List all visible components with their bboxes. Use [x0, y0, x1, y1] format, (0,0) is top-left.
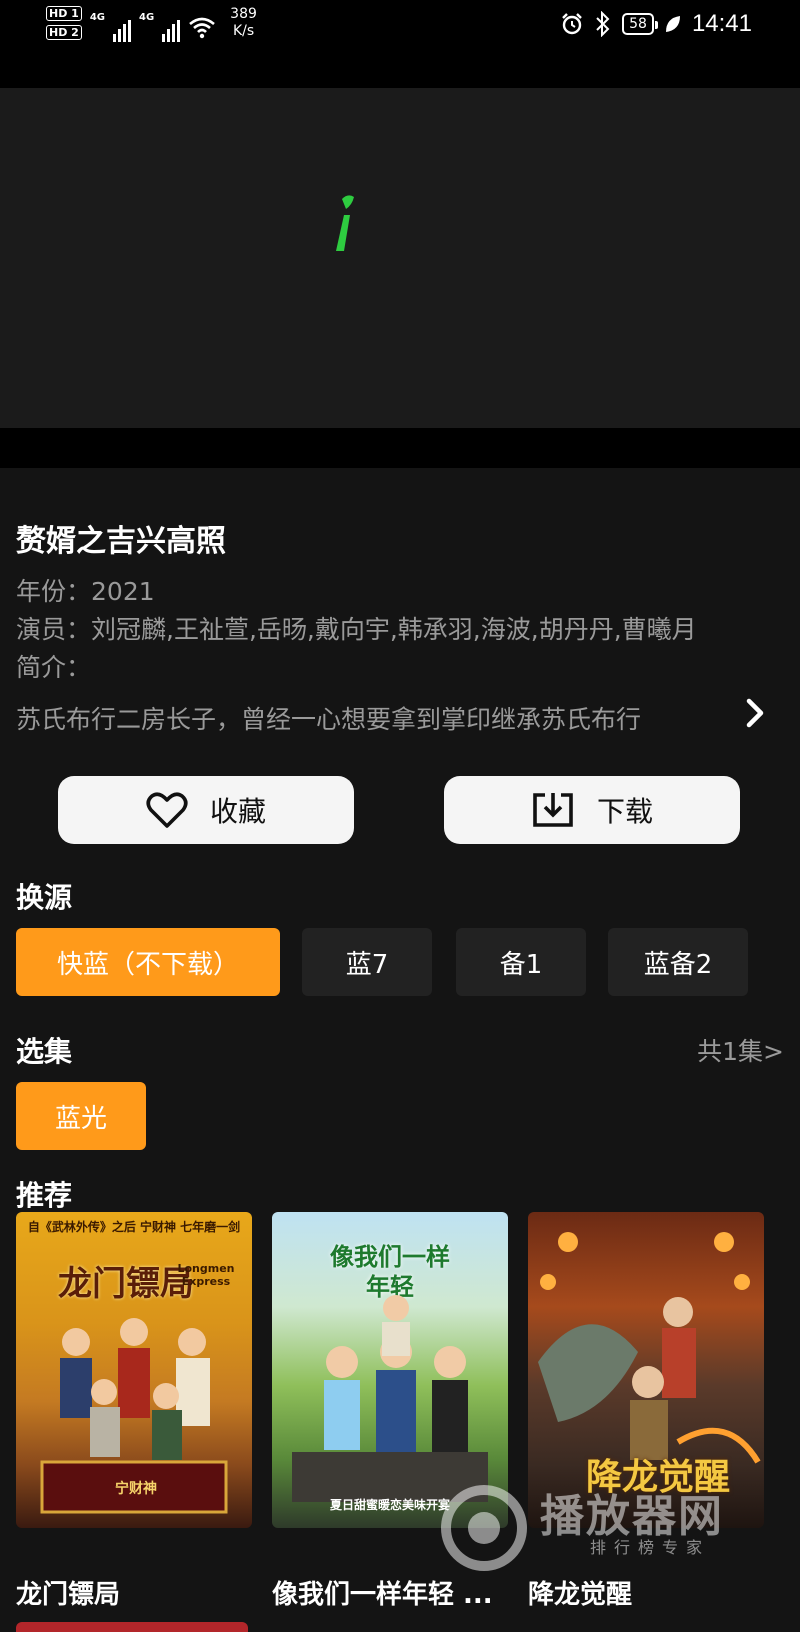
- watermark-logo-icon: [441, 1485, 527, 1571]
- sim1-badge: HD 1: [46, 6, 82, 21]
- download-label: 下载: [596, 795, 653, 828]
- recommend-title[interactable]: 龙门镖局: [16, 1574, 120, 1611]
- signal-icon: [113, 12, 131, 42]
- signal-icon: [162, 12, 181, 42]
- source-chip[interactable]: 蓝7: [302, 928, 432, 996]
- next-row-poster-edge: [16, 1622, 248, 1632]
- episode-count-link[interactable]: 共1集>: [697, 1032, 784, 1068]
- cast-row: 演员：刘冠麟,王祉萱,岳旸,戴向宇,韩承羽,海波,胡丹丹,曹曦月: [16, 615, 697, 644]
- network-speed: 389 K/s: [230, 6, 257, 39]
- heart-icon: [146, 792, 188, 828]
- alarm-icon: [562, 13, 582, 35]
- recommend-title[interactable]: 降龙觉醒: [528, 1574, 632, 1611]
- network-type-2: 4G: [139, 12, 155, 23]
- site-watermark: 播放器网 排行榜专家: [436, 1476, 776, 1572]
- source-section-title: 换源: [16, 881, 73, 914]
- sim2-badge: HD 2: [46, 25, 82, 40]
- download-icon: [533, 793, 573, 827]
- clock: 14:41: [691, 10, 752, 37]
- source-chip[interactable]: 快蓝（不下载）: [16, 928, 280, 996]
- loading-spinner-icon: [336, 195, 354, 251]
- year-row: 年份：2021: [16, 577, 155, 606]
- episode-chip[interactable]: 蓝光: [16, 1082, 146, 1150]
- episode-section-title: 选集: [16, 1035, 73, 1068]
- chevron-right-icon[interactable]: [738, 696, 772, 730]
- download-button[interactable]: 下载: [444, 776, 740, 844]
- year-value: 2021: [91, 577, 155, 606]
- video-title: 赘婿之吉兴高照: [16, 524, 226, 559]
- recommend-title[interactable]: 像我们一样年轻 ...: [272, 1574, 493, 1611]
- battery-icon: 58: [622, 13, 658, 35]
- status-bar: HD 1 HD 2 4G 4G 389 K/s 58 14:41: [0, 0, 800, 88]
- leaf-icon: [665, 16, 680, 32]
- source-chip[interactable]: 蓝备2: [608, 928, 748, 996]
- recommend-poster[interactable]: 自《武林外传》之后 宁财神 七年磨一剑 龙门镖局 Longmen Express…: [16, 1212, 252, 1528]
- network-type-1: 4G: [89, 12, 105, 23]
- synopsis-text[interactable]: 苏氏布行二房长子，曾经一心想要拿到掌印继承苏氏布行: [16, 700, 686, 736]
- source-chip[interactable]: 备1: [456, 928, 586, 996]
- favorite-button[interactable]: 收藏: [58, 776, 354, 844]
- favorite-label: 收藏: [209, 795, 266, 828]
- player-bottom-bar: [0, 428, 800, 468]
- intro-label: 简介：: [16, 653, 92, 682]
- cast-value: 刘冠麟,王祉萱,岳旸,戴向宇,韩承羽,海波,胡丹丹,曹曦月: [91, 615, 697, 644]
- wifi-icon: [189, 17, 216, 39]
- recommend-section-title: 推荐: [16, 1179, 73, 1212]
- video-player[interactable]: [0, 88, 800, 428]
- bluetooth-icon: [596, 11, 610, 37]
